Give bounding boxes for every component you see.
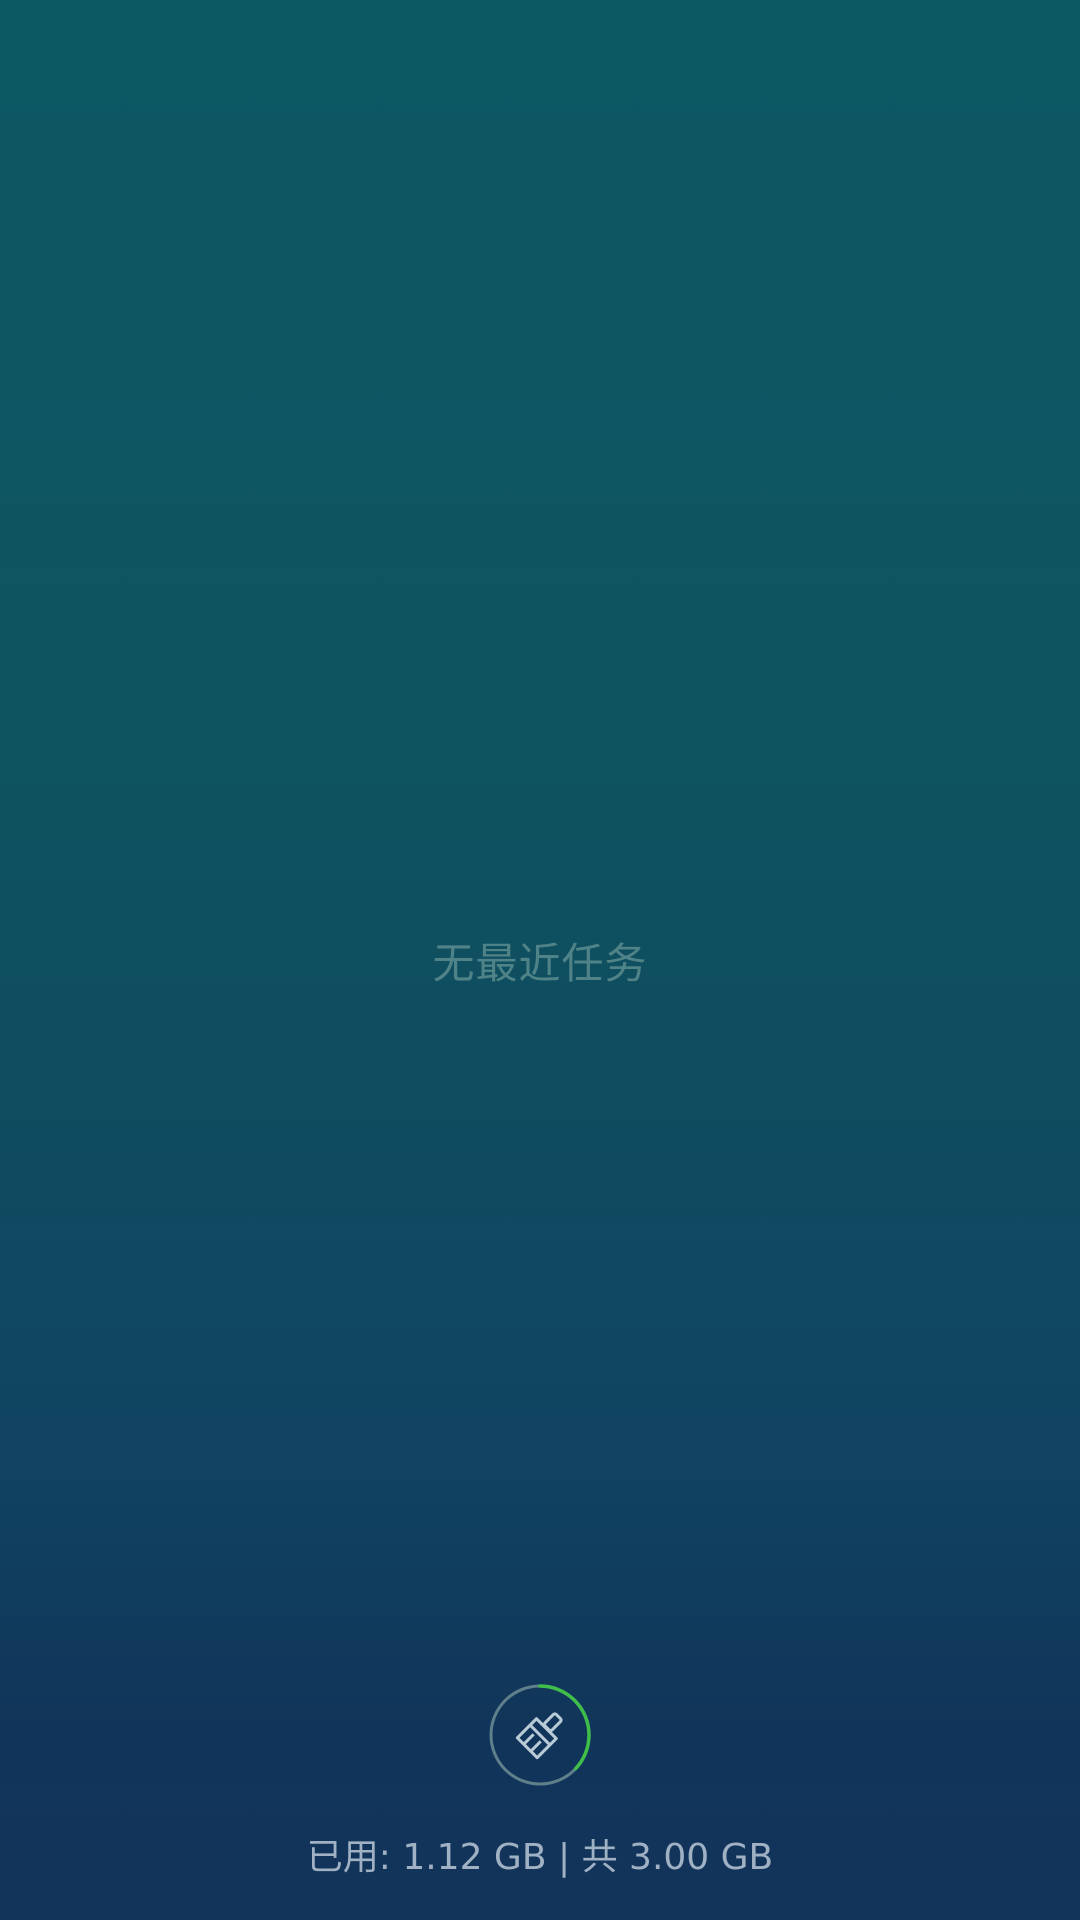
memory-usage-ring — [489, 1684, 591, 1786]
memory-usage-text: 已用: 1.12 GB | 共 3.00 GB — [0, 1828, 1080, 1880]
used-label: 已用: — [306, 1837, 391, 1878]
total-label: 共 — [581, 1837, 618, 1878]
separator: | — [557, 1837, 571, 1878]
no-recent-tasks-label: 无最近任务 — [432, 939, 648, 988]
used-value: 1.12 GB — [402, 1837, 547, 1878]
clear-memory-button[interactable] — [488, 1683, 592, 1787]
broom-icon — [515, 1712, 563, 1760]
total-value: 3.00 GB — [629, 1837, 774, 1878]
